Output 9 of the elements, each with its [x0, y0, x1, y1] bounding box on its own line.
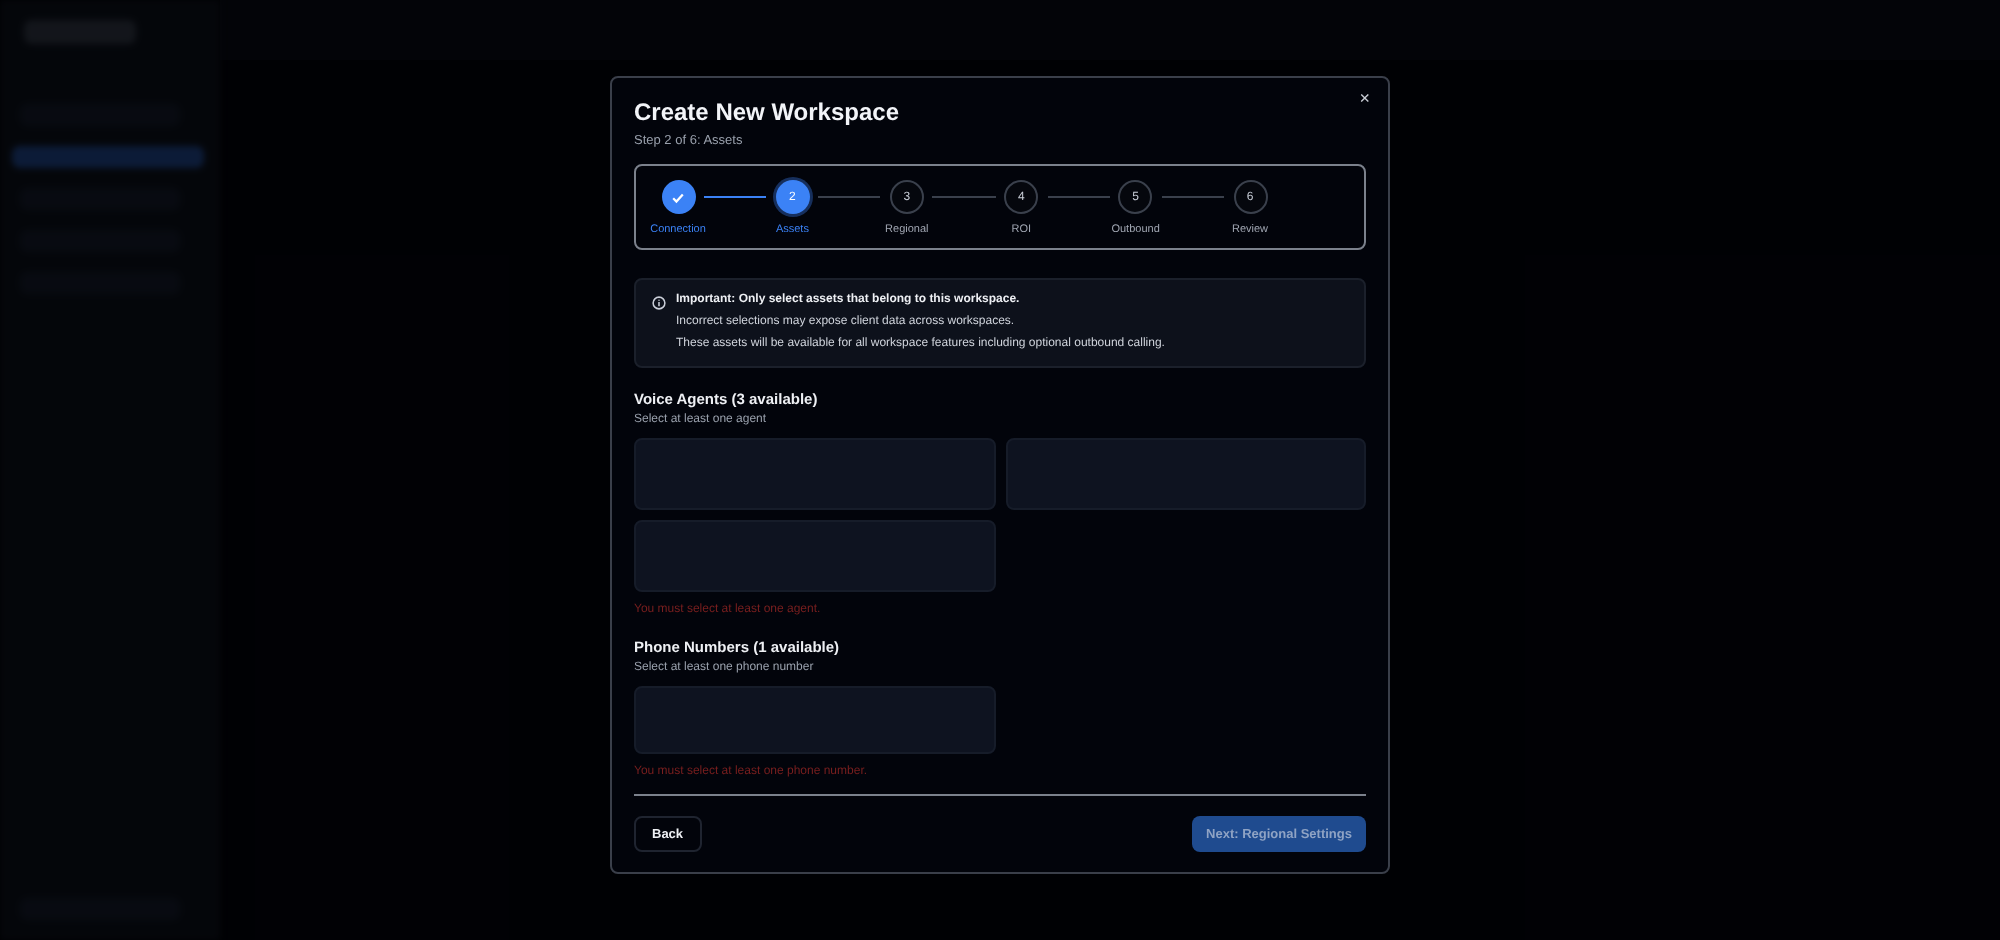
- option-card[interactable]: [1005, 438, 1366, 510]
- close-button[interactable]: ×: [1355, 88, 1374, 108]
- info-icon: [652, 296, 666, 310]
- step-indicator[interactable]: [661, 180, 695, 214]
- option-card[interactable]: [634, 438, 995, 510]
- dialog-title: Create New Workspace: [634, 98, 902, 126]
- check-icon: [670, 189, 686, 205]
- option-card[interactable]: [634, 520, 995, 592]
- option-card[interactable]: [634, 686, 995, 754]
